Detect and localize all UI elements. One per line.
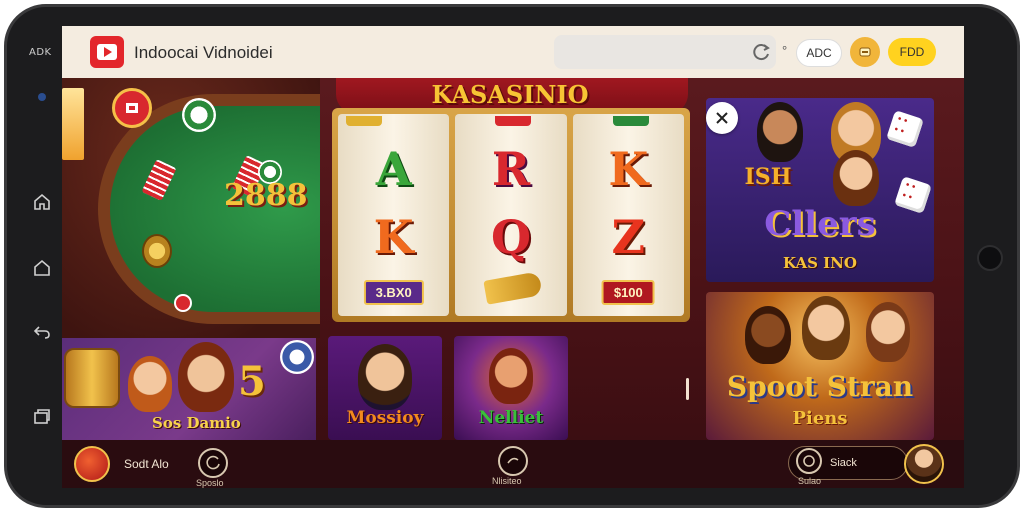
- chip-icon: [280, 340, 314, 374]
- search-button[interactable]: [796, 448, 822, 474]
- table-number: 2888: [224, 178, 308, 213]
- character-avatar: [802, 296, 850, 360]
- sports-button[interactable]: [198, 448, 228, 478]
- wallet-button[interactable]: [850, 37, 880, 67]
- slot-machine[interactable]: KASASINIO A K 3.BX0 R Q K Z $100: [328, 78, 692, 326]
- swipe-icon: [507, 457, 519, 464]
- tile-title: Nelliet: [478, 408, 544, 428]
- site-logo[interactable]: [90, 36, 124, 68]
- character-avatar: [178, 342, 234, 412]
- character-avatar: [757, 102, 803, 162]
- slot-reel: K Z $100: [572, 114, 684, 316]
- promo-tile-right-bottom[interactable]: Spoot Stran Piens: [706, 292, 934, 440]
- character-avatar: [745, 306, 791, 364]
- site-title: Indoocai Vidnoidei: [134, 43, 273, 62]
- coin-icon: [859, 47, 871, 57]
- user-avatar[interactable]: [904, 444, 944, 484]
- chip-icon: [182, 98, 216, 132]
- play-icon: [97, 44, 117, 60]
- reel-symbol: Z: [611, 210, 646, 264]
- promo-title: Spoot Stran: [726, 370, 914, 403]
- slot-title: KASASINIO: [431, 80, 589, 109]
- bottom-bar: Sodt Alo Sposlo Nlisiteo Siack Sulao: [62, 440, 964, 488]
- dice-icon: [886, 110, 924, 148]
- promo-number: 5: [238, 358, 266, 405]
- coin-icon: [142, 234, 172, 268]
- add-button[interactable]: ADC: [796, 39, 842, 67]
- home-icon[interactable]: [29, 255, 55, 281]
- profile-avatar[interactable]: [74, 446, 110, 482]
- center-nav-button[interactable]: [498, 446, 528, 476]
- right-nav-label: Siack: [830, 457, 857, 469]
- right-nav-sub: Sulao: [798, 476, 822, 486]
- scrollbar[interactable]: [686, 378, 689, 400]
- close-icon: [716, 112, 728, 124]
- reel-symbol: R: [491, 142, 531, 196]
- wall-lamp: [62, 88, 84, 160]
- feed-button[interactable]: FDD: [888, 38, 936, 66]
- poker-badge-icon: [112, 88, 152, 128]
- promo-title: Cllers: [764, 204, 876, 244]
- screen: Indoocai Vidnoidei ° ADC FDD 2888 5 Sos …: [62, 26, 964, 488]
- game-tile-2[interactable]: Nelliet: [454, 336, 568, 440]
- treasure-barrel: [64, 348, 120, 408]
- character-avatar: [489, 348, 533, 404]
- search-icon: [803, 455, 815, 467]
- reel-symbol: K: [608, 142, 649, 196]
- game-tile-1[interactable]: Mossioy: [328, 336, 442, 440]
- character-avatar: [358, 344, 412, 410]
- status-glyph: °: [782, 43, 788, 58]
- reel-tag: $100: [601, 280, 655, 305]
- slot-reel: R Q: [455, 114, 567, 316]
- sports-label: Sposlo: [196, 478, 224, 488]
- reel-symbol: K: [373, 210, 414, 264]
- center-nav-label: Nlisiteo: [492, 476, 522, 486]
- reel-top-marker: [346, 116, 382, 126]
- slot-reels: A K 3.BX0 R Q K Z $100: [338, 114, 684, 316]
- game-area: 2888 5 Sos Damio KASASINIO A K 3.BX0 R Q…: [62, 78, 964, 440]
- device-side-label: ADK: [29, 47, 52, 58]
- recents-icon[interactable]: [29, 403, 55, 429]
- reel-symbol: A: [375, 142, 412, 196]
- dice-icon: [174, 294, 192, 312]
- reel-tag: 3.BX0: [363, 280, 424, 305]
- reel-top-marker: [495, 116, 532, 126]
- character-avatar: [866, 302, 910, 362]
- slot-body: A K 3.BX0 R Q K Z $100: [332, 108, 690, 322]
- promo-subtitle: Piens: [792, 408, 848, 429]
- promo-badge-text: ISH: [744, 164, 792, 190]
- bottom-left-label[interactable]: Sodt Alo: [124, 457, 169, 471]
- horn-icon: [483, 271, 543, 305]
- camera-icon: [977, 245, 1003, 271]
- character-avatar: [128, 356, 172, 412]
- device-side-nav: ADK: [21, 37, 65, 487]
- promo-title: Sos Damio: [152, 414, 241, 432]
- back-icon[interactable]: [29, 319, 55, 345]
- refresh-icon: [206, 455, 220, 470]
- reload-icon[interactable]: [752, 42, 772, 62]
- promo-tile-right-top[interactable]: ISH Cllers KAS INO: [706, 98, 934, 282]
- promo-tile-left[interactable]: 5 Sos Damio: [62, 338, 316, 440]
- reel-symbol: Q: [490, 210, 532, 264]
- home-outline-icon[interactable]: [29, 189, 55, 215]
- poker-table-tile[interactable]: 2888: [62, 78, 320, 338]
- tile-title: Mossioy: [346, 408, 424, 428]
- status-dot: [38, 93, 46, 101]
- browser-header: Indoocai Vidnoidei ° ADC FDD: [62, 26, 964, 78]
- reel-top-marker: [612, 116, 649, 126]
- url-bar[interactable]: [554, 35, 776, 69]
- close-button[interactable]: [706, 102, 738, 134]
- promo-subtitle: KAS INO: [783, 254, 857, 272]
- slot-reel: A K 3.BX0: [338, 114, 450, 316]
